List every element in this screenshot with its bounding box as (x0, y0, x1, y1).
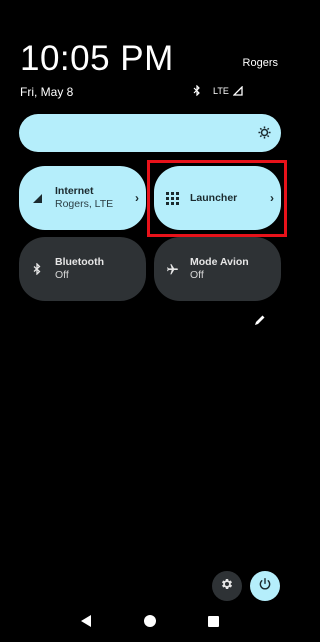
clock-time: 10:05 PM (20, 39, 174, 78)
brightness-icon (258, 126, 271, 144)
highlight-box (147, 160, 287, 237)
power-button[interactable] (250, 571, 280, 601)
date-label: Fri, May 8 (20, 85, 74, 99)
gear-icon (220, 577, 234, 596)
brightness-slider[interactable] (19, 114, 281, 152)
tile-internet[interactable]: Internet Rogers, LTE › (19, 166, 146, 230)
tile-airplane-subtitle: Off (190, 269, 204, 281)
power-icon (258, 577, 272, 596)
tile-airplane-mode[interactable]: Mode Avion Off (154, 237, 281, 301)
bluetooth-icon (193, 85, 201, 96)
airplane-icon (154, 263, 190, 276)
status-icons: LTE (193, 85, 243, 96)
edit-pencil-icon[interactable] (254, 313, 266, 331)
tile-bluetooth[interactable]: Bluetooth Off (19, 237, 146, 301)
navigation-bar (0, 606, 288, 642)
recents-icon[interactable] (208, 614, 219, 632)
tile-internet-title: Internet (55, 185, 94, 197)
network-type: LTE (213, 85, 229, 96)
tile-internet-subtitle: Rogers, LTE (55, 198, 114, 210)
settings-button[interactable] (212, 571, 242, 601)
carrier-name: Rogers (242, 57, 278, 69)
chevron-right-icon[interactable]: › (128, 191, 146, 205)
signal-icon (232, 85, 243, 96)
tile-bluetooth-title: Bluetooth (55, 256, 104, 268)
tile-airplane-title: Mode Avion (190, 256, 249, 268)
back-icon[interactable] (80, 614, 92, 632)
tile-bluetooth-subtitle: Off (55, 269, 69, 281)
signal-icon (19, 193, 55, 204)
home-icon[interactable] (144, 614, 156, 632)
bluetooth-icon (19, 263, 55, 275)
